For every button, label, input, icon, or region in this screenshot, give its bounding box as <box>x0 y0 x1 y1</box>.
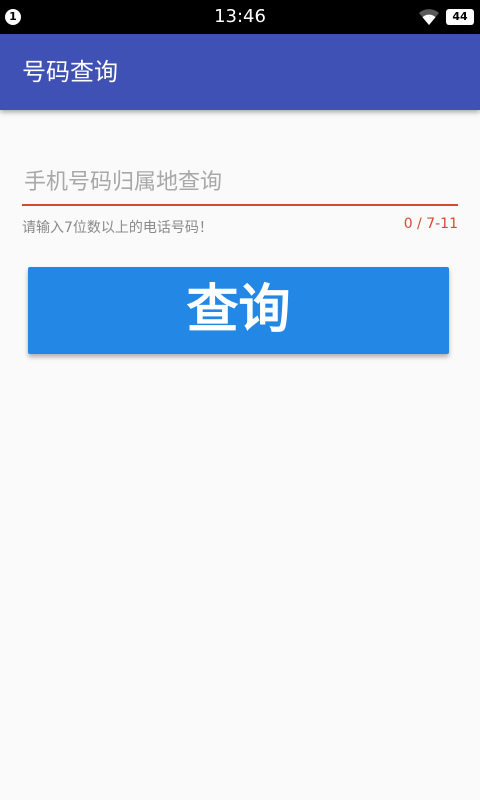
phone-number-input[interactable] <box>22 160 458 206</box>
wifi-icon <box>419 9 439 25</box>
status-clock: 13:46 <box>214 6 266 27</box>
input-character-counter: 0 / 7-11 <box>403 216 458 232</box>
phone-input-container <box>22 160 458 206</box>
app-bar: 号码查询 <box>0 34 480 110</box>
status-bar: 1 13:46 44 <box>0 0 480 34</box>
app-title: 号码查询 <box>22 58 118 86</box>
battery-icon: 44 <box>446 9 474 25</box>
input-helper-text: 请输入7位数以上的电话号码！ <box>22 220 213 236</box>
query-button[interactable]: 查询 <box>28 267 449 354</box>
